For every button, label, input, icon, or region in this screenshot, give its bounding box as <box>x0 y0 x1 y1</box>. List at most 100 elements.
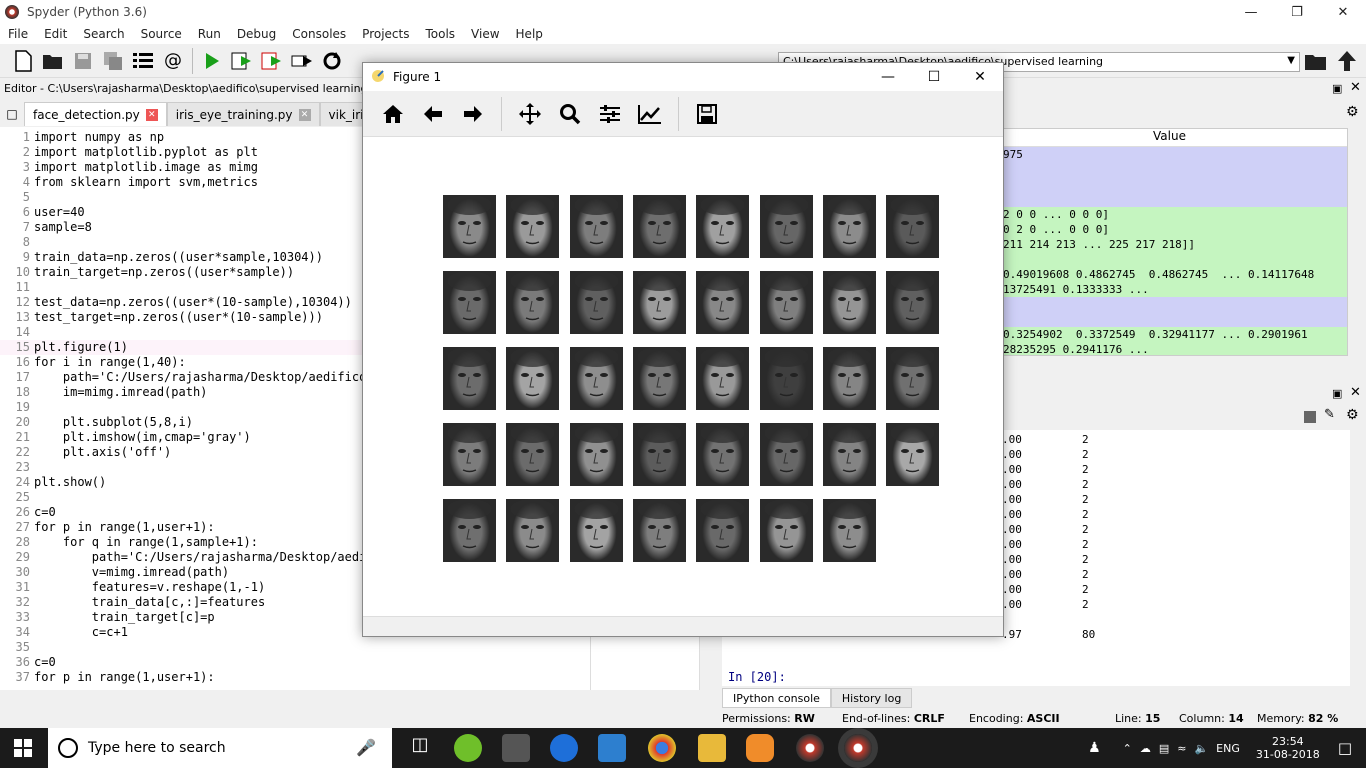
tab-history-log[interactable]: History log <box>830 688 913 708</box>
variable-scrollbar[interactable] <box>1348 128 1364 356</box>
console-value: .00 <box>1002 598 1022 611</box>
maximize-icon[interactable]: ☐ <box>911 63 957 91</box>
people-icon[interactable]: ♟ <box>1088 740 1101 756</box>
menu-run[interactable]: Run <box>190 27 229 41</box>
task-view-icon[interactable]: ◫ <box>406 734 434 762</box>
face-subplot <box>696 499 750 562</box>
media-player-icon[interactable] <box>598 734 626 762</box>
menu-help[interactable]: Help <box>508 27 551 41</box>
undock-icon[interactable]: ▣ <box>1332 387 1342 400</box>
onedrive-icon[interactable]: ☁ <box>1140 742 1151 755</box>
menu-edit[interactable]: Edit <box>36 27 75 41</box>
microphone-icon[interactable]: 🎤 <box>356 738 376 757</box>
code-text: from sklearn import svm,metrics <box>34 175 258 189</box>
menu-tools[interactable]: Tools <box>417 27 463 41</box>
notifications-icon[interactable]: □ <box>1338 739 1352 757</box>
line-number: 19 <box>15 400 30 414</box>
close-tab-icon[interactable]: ✕ <box>298 108 311 121</box>
save-icon[interactable] <box>68 47 98 75</box>
file-browse-icon[interactable]: □ <box>0 102 24 126</box>
home-icon[interactable] <box>373 94 413 134</box>
windows-start-icon[interactable] <box>14 739 32 760</box>
line-number: 18 <box>15 385 30 399</box>
menu-consoles[interactable]: Consoles <box>284 27 354 41</box>
editor-horizontal-scrollbar[interactable] <box>0 690 700 706</box>
figure-toolbar <box>363 91 1003 137</box>
save-figure-icon[interactable] <box>687 94 727 134</box>
tab-iris-eye-training[interactable]: iris_eye_training.py ✕ <box>166 102 320 126</box>
gear-icon[interactable]: ⚙ <box>1346 407 1359 423</box>
edit-axis-icon[interactable] <box>630 94 670 134</box>
pan-icon[interactable] <box>510 94 550 134</box>
taskbar-search[interactable]: Type here to search 🎤 <box>48 728 392 768</box>
code-text: for q in range(1,sample+1): <box>34 535 258 549</box>
store-icon[interactable] <box>502 734 530 762</box>
rerun-icon[interactable] <box>317 47 347 75</box>
network-icon[interactable]: ▤ <box>1159 742 1169 755</box>
search-placeholder: Type here to search <box>88 740 226 756</box>
face-subplot <box>696 195 750 258</box>
console-scrollbar[interactable] <box>1350 430 1366 686</box>
figure-title: Figure 1 <box>393 70 442 84</box>
wifi-icon[interactable]: ≈ <box>1177 742 1186 755</box>
stop-icon[interactable] <box>1304 411 1316 423</box>
menu-view[interactable]: View <box>463 27 507 41</box>
chrome-icon[interactable] <box>648 734 676 762</box>
configure-subplots-icon[interactable] <box>590 94 630 134</box>
minimize-icon[interactable]: — <box>865 63 911 91</box>
console-count: 2 <box>1082 508 1089 521</box>
run-cell-advance-icon[interactable] <box>257 47 287 75</box>
tab-face-detection[interactable]: face_detection.py ✕ <box>24 102 167 126</box>
utorrent-icon[interactable] <box>454 734 482 762</box>
face-subplot <box>822 499 876 562</box>
line-number: 7 <box>22 220 30 234</box>
run-cell-icon[interactable] <box>227 47 257 75</box>
undock-icon[interactable]: ▣ <box>1332 82 1342 95</box>
show-hidden-icon[interactable]: ⌃ <box>1123 742 1132 755</box>
menu-file[interactable]: File <box>0 27 36 41</box>
list-icon[interactable] <box>128 47 158 75</box>
code-text: path='C:/Users/rajasharma/Desktop/aedifi… <box>34 370 374 384</box>
back-arrow-icon[interactable] <box>413 94 453 134</box>
eraser-icon[interactable]: ✎ <box>1324 407 1335 422</box>
line-number: 32 <box>15 595 30 609</box>
forward-arrow-icon[interactable] <box>453 94 493 134</box>
at-sign-icon[interactable]: @ <box>158 47 188 75</box>
menu-projects[interactable]: Projects <box>354 27 417 41</box>
menu-debug[interactable]: Debug <box>229 27 284 41</box>
code-text: plt.subplot(5,8,i) <box>34 415 193 429</box>
tab-ipython-console[interactable]: IPython console <box>722 688 831 708</box>
restore-icon[interactable]: ❐ <box>1274 0 1320 24</box>
run-icon[interactable] <box>197 47 227 75</box>
close-tab-icon[interactable]: ✕ <box>145 108 158 121</box>
spyder-taskbar-icon[interactable] <box>796 734 824 762</box>
app-orange-icon[interactable] <box>746 734 774 762</box>
clock[interactable]: 23:54 31-08-2018 <box>1256 735 1320 761</box>
language-indicator[interactable]: ENG <box>1216 742 1240 755</box>
save-all-icon[interactable] <box>98 47 128 75</box>
minimize-icon[interactable]: — <box>1228 0 1274 24</box>
zoom-icon[interactable] <box>550 94 590 134</box>
face-subplot <box>506 499 560 562</box>
file-explorer-icon[interactable] <box>698 734 726 762</box>
menu-search[interactable]: Search <box>75 27 132 41</box>
window-title: Spyder (Python 3.6) <box>27 5 147 19</box>
close-pane-icon[interactable]: ✕ <box>1350 385 1361 400</box>
menu-source[interactable]: Source <box>133 27 190 41</box>
spyder-active-taskbar-icon[interactable] <box>844 734 872 762</box>
close-icon[interactable]: ✕ <box>1320 0 1366 24</box>
face-subplot <box>569 195 623 258</box>
run-selection-icon[interactable] <box>287 47 317 75</box>
open-file-icon[interactable] <box>38 47 68 75</box>
face-subplot <box>506 195 560 258</box>
browse-folder-icon[interactable] <box>1304 52 1328 72</box>
gear-icon[interactable]: ⚙ <box>1346 104 1359 120</box>
new-file-icon[interactable] <box>8 47 38 75</box>
figure-canvas[interactable] <box>363 137 1003 615</box>
edge-icon[interactable] <box>550 734 578 762</box>
volume-icon[interactable]: 🔈 <box>1194 742 1208 755</box>
close-icon[interactable]: ✕ <box>957 63 1003 91</box>
face-subplot <box>506 347 560 410</box>
close-pane-icon[interactable]: ✕ <box>1350 80 1361 95</box>
parent-dir-arrow-icon[interactable] <box>1336 50 1360 72</box>
